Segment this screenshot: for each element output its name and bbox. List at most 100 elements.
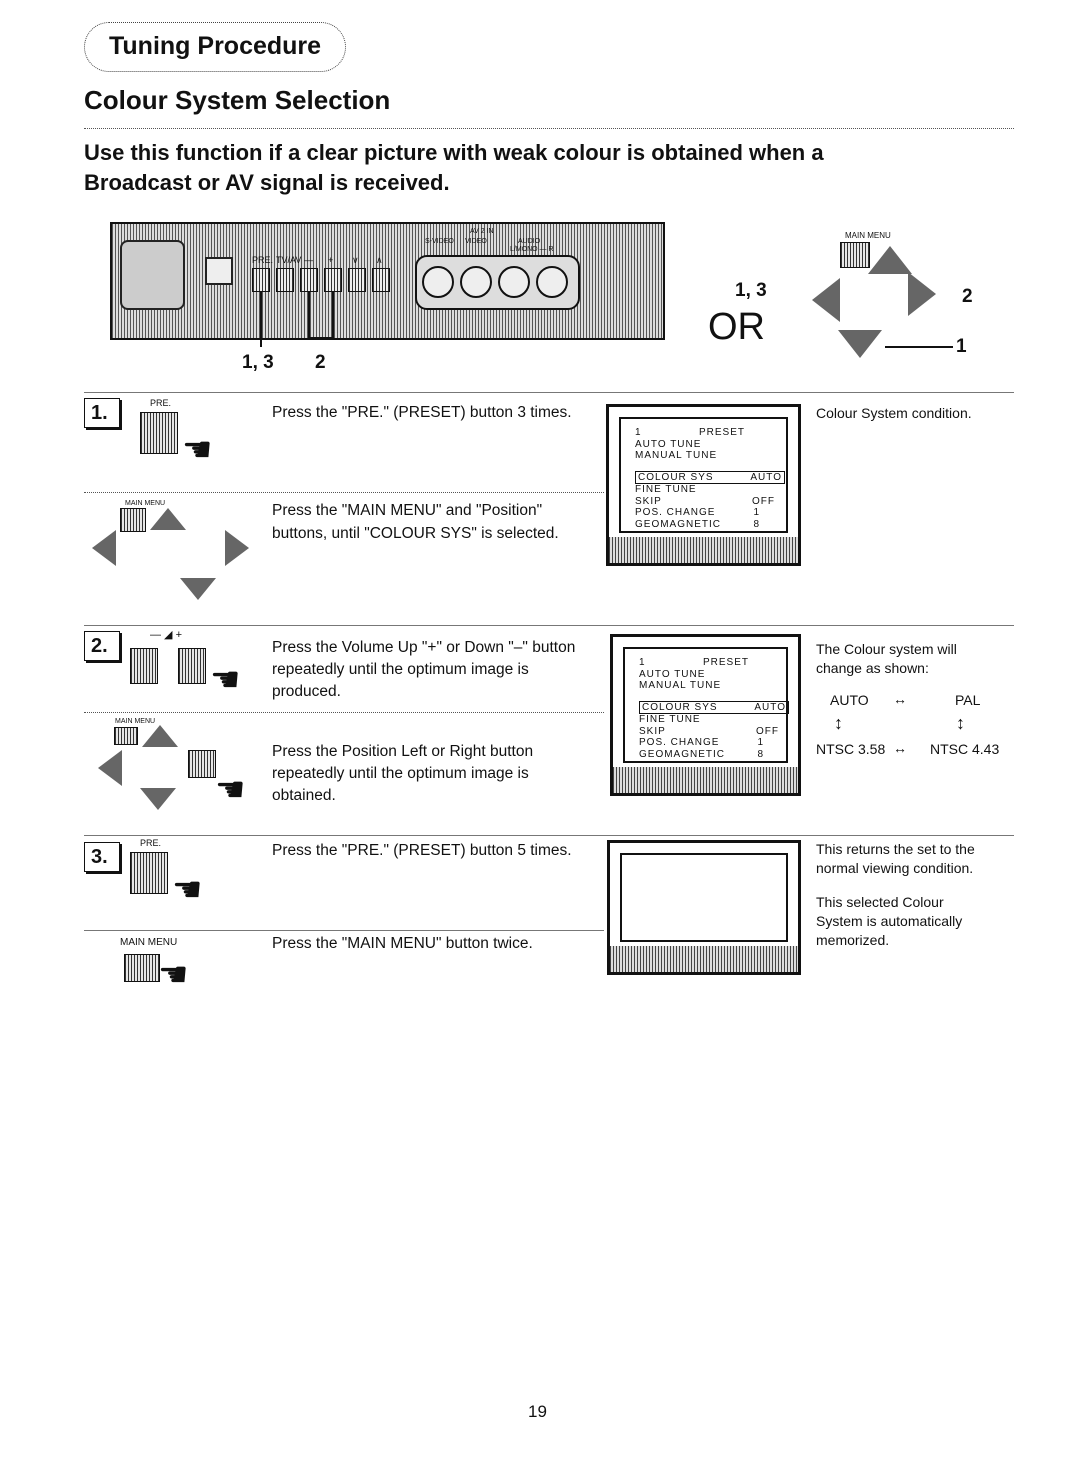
volume-label: — ◢ +	[150, 629, 182, 641]
arrow-icon: ↔	[893, 740, 907, 756]
up-arrow-icon[interactable]	[150, 508, 186, 530]
menu-colour-sys: COLOUR SYS	[638, 471, 714, 483]
hand-icon: ☚	[210, 661, 241, 699]
step-2-text-b-2: repeatedly until the optimum image is	[272, 765, 529, 782]
menu-skip: SKIP	[639, 725, 666, 737]
up-arrow-icon[interactable]	[868, 246, 912, 274]
down-arrow-icon[interactable]	[838, 330, 882, 358]
step-3-text-b: Press the "MAIN MENU" button twice.	[272, 935, 533, 952]
menu-pos-change: POS. CHANGE	[639, 737, 720, 748]
pre-button[interactable]	[130, 852, 168, 894]
remote-callout-1: 1	[956, 336, 967, 357]
right-arrow-icon[interactable]	[225, 530, 249, 566]
hand-icon: ☚	[215, 771, 246, 809]
pre-label: PRE.	[252, 255, 274, 265]
callout-2: 2	[315, 352, 326, 373]
tvav-button[interactable]	[276, 268, 294, 292]
left-arrow-icon[interactable]	[98, 750, 122, 786]
svideo-label: S-VIDEO	[425, 238, 454, 245]
channel-down-button[interactable]	[348, 268, 366, 292]
main-menu-label: MAIN MENU	[845, 231, 891, 240]
pre-label: PRE.	[150, 398, 172, 408]
down-arrow-icon[interactable]	[180, 578, 216, 600]
divider	[84, 492, 604, 493]
main-menu-button[interactable]	[120, 508, 146, 532]
step-divider	[84, 835, 1014, 836]
divider	[84, 712, 604, 713]
preset-menu: 1 PRESET AUTO TUNE MANUAL TUNE COLOUR SYS…	[639, 657, 789, 760]
step-2-text-a-3: produced.	[272, 683, 341, 700]
pre-button[interactable]	[252, 268, 270, 292]
left-arrow-icon[interactable]	[812, 278, 840, 322]
step-3-note-b-1: This selected Colour	[816, 894, 944, 910]
step-2-note-1: The Colour system will	[816, 641, 957, 657]
section-title: Tuning Procedure	[84, 22, 346, 72]
sensor-window	[205, 257, 233, 285]
pre-button[interactable]	[140, 412, 178, 454]
up-arrow-icon[interactable]	[142, 725, 178, 747]
main-menu-label: MAIN MENU	[120, 937, 178, 948]
step-2-text-a-1: Press the Volume Up "+" or Down "–" butt…	[272, 639, 576, 656]
menu-preset: PRESET	[698, 427, 745, 438]
step-3-note-a-2: normal viewing condition.	[816, 860, 974, 876]
down-arrow-icon[interactable]	[140, 788, 176, 810]
minus-label: —	[304, 255, 313, 265]
callout-line	[332, 292, 334, 337]
step-2-text-a-2: repeatedly until the optimum image is	[272, 661, 529, 678]
audio-r-jack	[536, 266, 568, 298]
menu-fine-tune: FINE TUNE	[639, 714, 701, 725]
menu-colour-sys-selected: COLOUR SYS AUTO	[635, 470, 785, 484]
power-switch	[120, 240, 185, 310]
step-1-note: Colour System condition.	[816, 405, 972, 421]
main-menu-button[interactable]	[124, 954, 160, 982]
callout-line	[885, 346, 953, 348]
menu-geomagnetic: GEOMAGNETIC	[635, 518, 722, 530]
up-label: ∧	[376, 255, 383, 265]
lmono-label: L/MONO — R	[510, 246, 554, 253]
tvav-label: TV/AV	[276, 255, 302, 265]
plus-label: +	[328, 255, 334, 265]
video-label: VIDEO	[465, 238, 487, 245]
tv-screen-menu: 1 PRESET AUTO TUNE MANUAL TUNE COLOUR SYS…	[606, 404, 801, 566]
menu-geomagnetic: GEOMAGNETIC	[639, 748, 726, 760]
right-arrow-icon[interactable]	[908, 272, 936, 316]
menu-colour-val: AUTO	[750, 471, 782, 483]
main-menu-button[interactable]	[840, 242, 870, 268]
page-number: 19	[528, 1402, 547, 1421]
volume-up-button[interactable]	[178, 648, 206, 684]
step-2-text-b-1: Press the Position Left or Right button	[272, 743, 534, 760]
step-1-text-b-2: buttons, until "COLOUR SYS" is selected.	[272, 525, 559, 542]
av-label: AV 2 IN	[470, 228, 494, 235]
main-menu-button[interactable]	[114, 727, 138, 745]
callout-1-3: 1, 3	[242, 352, 274, 373]
step-2-number: 2.	[84, 631, 120, 661]
step-divider	[84, 625, 1014, 626]
volume-down-button[interactable]	[300, 268, 318, 292]
menu-pos-val: 1	[757, 737, 764, 748]
menu-geo-val: 8	[753, 518, 760, 530]
left-arrow-icon[interactable]	[92, 530, 116, 566]
menu-preset: PRESET	[702, 657, 749, 668]
channel-up-button[interactable]	[372, 268, 390, 292]
menu-colour-val: AUTO	[754, 701, 786, 713]
menu-colour-sys-selected: COLOUR SYS AUTO	[639, 700, 789, 714]
step-3-note-b-2: System is automatically	[816, 913, 963, 929]
volume-up-button[interactable]	[324, 268, 342, 292]
pre-label: PRE.	[140, 838, 162, 848]
remote-callout-1-3: 1, 3	[735, 280, 767, 301]
menu-manual-tune: MANUAL TUNE	[639, 680, 722, 691]
arrow-icon: ↔	[893, 691, 907, 707]
menu-skip: SKIP	[635, 495, 662, 507]
step-2-text-b-3: obtained.	[272, 787, 336, 804]
audio-label: AUDIO	[518, 238, 541, 245]
menu-colour-sys: COLOUR SYS	[642, 701, 718, 713]
hand-icon: ☚	[158, 956, 189, 994]
or-label: OR	[708, 306, 765, 348]
hand-icon: ☚	[182, 431, 213, 469]
volume-down-button[interactable]	[130, 648, 158, 684]
intro-line-2: Broadcast or AV signal is received.	[84, 170, 450, 195]
right-arrow-button[interactable]	[188, 750, 216, 778]
main-menu-label: MAIN MENU	[115, 718, 156, 725]
menu-skip-val: OFF	[756, 725, 779, 737]
arrow-icon: ↕	[834, 713, 843, 733]
